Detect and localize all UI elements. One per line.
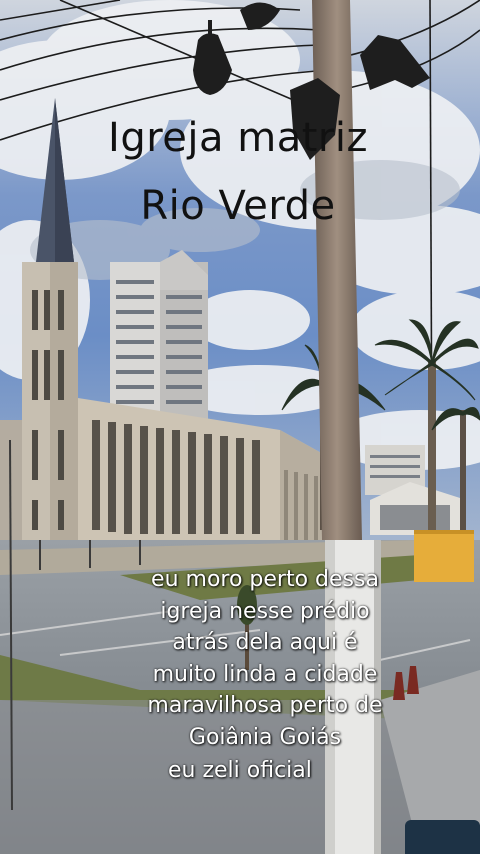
caption-line: eu moro perto dessa — [151, 567, 379, 592]
title-line-2: Rio Verde — [140, 183, 336, 229]
apartment-tower — [110, 250, 208, 422]
caption-line: muito linda a cidade — [152, 661, 378, 687]
caption-line: igreja nesse prédio — [160, 598, 370, 624]
trash-bin — [405, 820, 480, 854]
title-line-1: Igreja matriz — [108, 115, 368, 161]
title-overlay: Igreja matriz — [0, 118, 478, 158]
title-overlay-2: Rio Verde — [0, 186, 478, 226]
caption-line: maravilhosa perto de — [147, 693, 383, 718]
caption-line: atrás dela aqui é — [172, 630, 358, 655]
caption-line: Goiânia Goiás — [188, 724, 342, 750]
caption-overlay: eu moro perto dessa igreja nesse prédio … — [0, 564, 480, 787]
caption-signature: eu zeli oficial — [168, 758, 312, 783]
